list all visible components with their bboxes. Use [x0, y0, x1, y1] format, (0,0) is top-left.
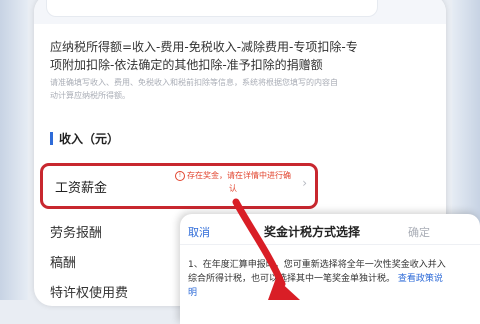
income-row-wages[interactable]: 工资薪金 ! 存在奖金，请在详情中进行确认 › — [40, 163, 318, 209]
bonus-tax-method-sheet: 取消 奖金计税方式选择 确定 1、在年度汇算申报时，您可重新选择将全年一次性奖金… — [180, 214, 480, 324]
income-row-label: 工资薪金 — [55, 181, 108, 196]
formula-text: 应纳税所得额=收入-费用-免税收入-减除费用-专项扣除-专项附加扣除-依法确定的… — [50, 40, 358, 72]
warning-text: 存在奖金，请在详情中进行确认 — [187, 171, 291, 193]
income-row-label: 特许权使用费 — [50, 286, 129, 301]
top-card-area — [34, 0, 446, 24]
confirm-button[interactable]: 确定 — [408, 224, 430, 240]
sheet-divider — [180, 244, 480, 245]
hint-text: 请准确填写收入、费用、免税收入和税前扣除等信息，系统将根据您填写的内容自动计算应… — [50, 78, 338, 100]
background-left — [0, 0, 28, 300]
section-bar — [50, 131, 53, 145]
income-row-label: 劳务报酬 — [50, 226, 103, 241]
section-title: 收入（元） — [59, 131, 120, 146]
cancel-button[interactable]: 取消 — [188, 224, 210, 240]
sheet-title: 奖金计税方式选择 — [264, 225, 361, 239]
top-card — [46, 0, 378, 17]
warning-circle-icon: ! — [175, 170, 185, 181]
income-row-label: 稿酬 — [50, 256, 77, 271]
sheet-description: 1、在年度汇算申报时，您可重新选择将全年一次性奖金收入并入综合所得计税，也可以选… — [188, 258, 446, 300]
chevron-right-icon: › — [302, 176, 307, 190]
income-section-header: 收入（元） — [50, 130, 119, 146]
bonus-warning: ! 存在奖金，请在详情中进行确认 — [173, 169, 293, 195]
